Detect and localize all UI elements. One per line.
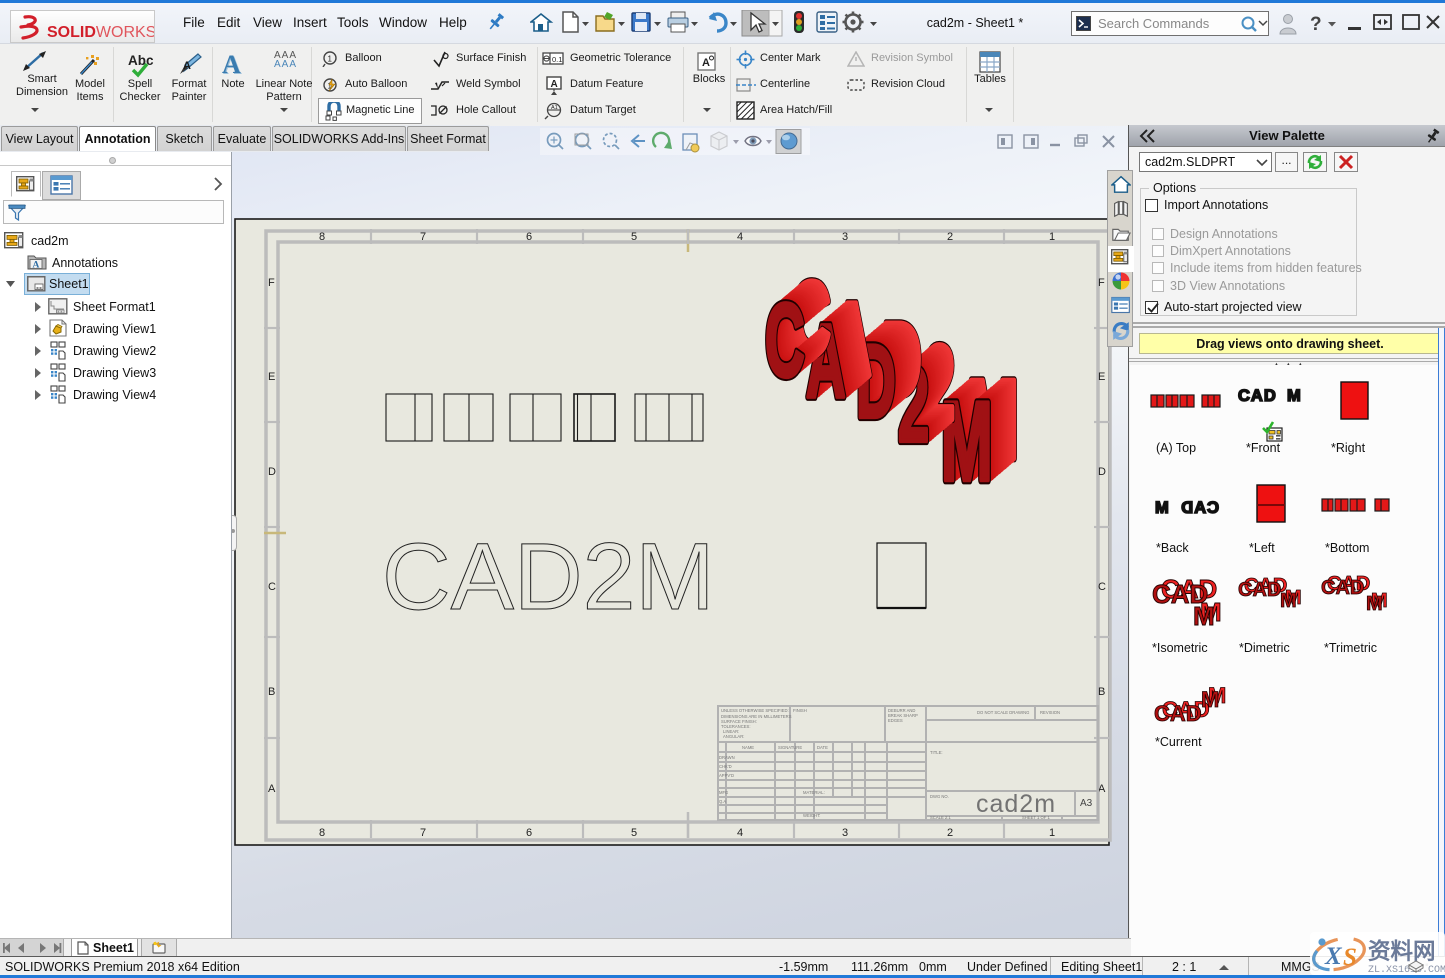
svg-text:A: A [268,783,276,795]
svg-text:UNLESS OTHERWISE SPECIFIED:: UNLESS OTHERWISE SPECIFIED: [721,708,789,713]
svg-text:CAD2M: CAD2M [382,524,715,630]
svg-text:M: M [1287,387,1301,405]
svg-text:CAD: CAD [1321,577,1364,599]
svg-text:CAD: CAD [1238,387,1277,405]
svg-text:CHK'D: CHK'D [719,764,732,769]
svg-text:A3: A3 [1080,798,1093,809]
svg-text:NAME: NAME [742,745,754,750]
svg-text:F: F [1098,277,1105,289]
svg-text:MATERIAL:: MATERIAL: [803,790,825,795]
svg-text:S: S [1343,944,1357,971]
svg-text:B: B [268,686,275,698]
svg-text:2: 2 [947,827,953,839]
svg-text:EDGES: EDGES [888,718,903,723]
svg-text:0.1: 0.1 [552,55,562,64]
svg-text:5: 5 [631,827,637,839]
svg-text:A: A [702,57,710,69]
svg-text:MFG: MFG [719,790,728,795]
svg-text:SIGNATURE: SIGNATURE [778,745,802,750]
svg-text:REVISION: REVISION [1040,710,1060,715]
svg-text:B: B [1098,686,1105,698]
svg-text:A: A [551,79,558,90]
svg-text:APPV'D: APPV'D [719,773,734,778]
svg-text:1: 1 [1049,231,1055,243]
svg-text:E: E [1098,371,1105,383]
svg-text:C: C [765,282,805,398]
svg-text:CAD: CAD [1180,499,1219,517]
svg-text:7: 7 [420,231,426,243]
svg-text:ANGULAR:: ANGULAR: [723,734,744,739]
svg-text:8: 8 [319,231,325,243]
svg-text:TITLE:: TITLE: [930,750,943,755]
svg-text:SOLIDWORKS: SOLIDWORKS [47,24,154,41]
svg-text:CAD: CAD [1154,701,1202,726]
svg-text:1: 1 [328,55,333,64]
svg-text:1: 1 [1049,827,1055,839]
svg-text:6: 6 [526,827,532,839]
svg-text:SCALE 2:1: SCALE 2:1 [930,815,951,820]
svg-text:D: D [1098,466,1106,478]
svg-text:WEIGHT:: WEIGHT: [803,813,820,818]
svg-text:ZL.XS1616.COM: ZL.XS1616.COM [1368,965,1445,975]
svg-text:8: 8 [319,827,325,839]
svg-text:A: A [33,261,40,271]
svg-text:A1: A1 [551,105,558,111]
svg-text:E: E [268,371,275,383]
svg-text:资料网: 资料网 [1368,939,1436,964]
svg-text:A: A [183,60,191,72]
svg-text:M: M [1280,590,1297,612]
svg-text:4: 4 [737,231,743,243]
svg-text:M: M [1366,593,1383,615]
svg-text:*Bottom: *Bottom [1325,541,1369,555]
svg-text:3: 3 [842,231,848,243]
svg-text:DWG NO.: DWG NO. [930,794,949,799]
svg-text:C: C [1098,581,1106,593]
svg-text:*Left: *Left [1249,541,1275,555]
svg-text:?: ? [1310,14,1322,35]
svg-text:D: D [268,466,276,478]
svg-text:*Isometric: *Isometric [1152,641,1208,655]
svg-text:DATE: DATE [817,745,828,750]
svg-text:3: 3 [842,827,848,839]
svg-text:DO NOT SCALE DRAWING: DO NOT SCALE DRAWING [977,710,1029,715]
svg-text:M: M [1201,687,1219,712]
svg-text:FINISH: FINISH [793,708,807,713]
svg-text:F: F [268,277,275,289]
svg-text:4: 4 [737,827,743,839]
svg-text:*Trimetric: *Trimetric [1324,641,1377,655]
svg-text:DRAWN: DRAWN [719,755,735,760]
svg-text:A: A [1098,783,1106,795]
svg-text:CAD: CAD [1238,579,1281,601]
svg-text:*Back: *Back [1156,541,1189,555]
svg-text:M: M [1155,499,1169,517]
svg-text:X: X [1324,943,1343,970]
svg-text:7: 7 [420,827,426,839]
svg-text:M: M [1193,601,1215,631]
svg-text:*Front: *Front [1246,441,1281,455]
svg-text:2: 2 [947,231,953,243]
svg-text:(A) Top: (A) Top [1156,441,1196,455]
svg-text:*Right: *Right [1331,441,1366,455]
svg-text:Q.A: Q.A [719,799,726,804]
svg-text:6: 6 [526,231,532,243]
svg-text:5: 5 [631,231,637,243]
svg-text:cad2m: cad2m [976,790,1056,818]
svg-text:*Dimetric: *Dimetric [1239,641,1290,655]
svg-text:*Current: *Current [1155,735,1202,749]
svg-text:C: C [268,581,276,593]
